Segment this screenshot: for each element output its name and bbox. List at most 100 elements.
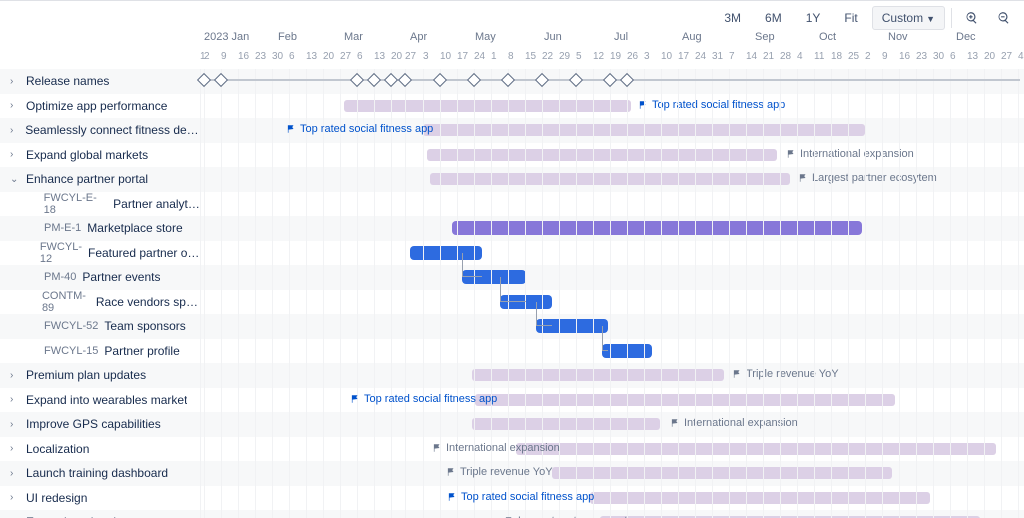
issue-key[interactable]: PM-E-1 [44,222,81,234]
timeline-bar[interactable] [472,418,660,430]
row-left[interactable]: FWCYL-E-18Partner analytics [0,192,200,217]
goal-flag[interactable]: International expansion [432,442,560,454]
goal-flag[interactable]: International expansion [670,417,798,429]
timeline-bar[interactable] [602,344,652,358]
row-left[interactable]: ›Improve GPS capabilities [0,412,200,437]
timeline-bar[interactable] [427,149,777,161]
goal-flag[interactable]: Triple revenue YoY [446,466,553,478]
chevron-right-icon[interactable]: › [10,419,20,430]
release-marker[interactable] [501,73,515,87]
day-label: 9 [221,51,227,62]
chevron-right-icon[interactable]: › [10,492,20,503]
chevron-right-icon[interactable]: › [10,76,20,87]
goal-flag[interactable]: Top rated social fitness app [447,491,594,503]
timeline-bar[interactable] [462,270,526,284]
goal-flag[interactable]: Largest partner ecosytem [798,172,937,184]
release-marker[interactable] [603,73,617,87]
goal-flag[interactable]: Top rated social fitness app [350,393,497,405]
release-marker[interactable] [535,73,549,87]
row-timeline-cell: International expansion [200,437,1024,462]
timeline-bar[interactable] [516,443,996,455]
child-row: CONTM-89Race vendors spotlight [0,290,1024,315]
range-6m-button[interactable]: 6M [755,6,792,30]
row-name: Premium plan updates [26,368,146,382]
goal-flag[interactable]: Top rated social fitness app [286,123,433,135]
release-marker[interactable] [350,73,364,87]
row-left[interactable]: ›Expand marketplace [0,510,200,518]
chevron-right-icon[interactable]: › [10,149,20,160]
release-marker[interactable] [197,73,211,87]
release-marker[interactable] [384,73,398,87]
chevron-down-icon[interactable]: ⌄ [10,174,20,185]
month-label: 2023 Jan [204,31,249,43]
row-left[interactable]: ›Expand into wearables market [0,388,200,413]
day-label: 19 [610,51,621,62]
zoom-out-button[interactable] [990,5,1018,31]
goal-flag[interactable]: Top rated social fitness app [638,99,785,111]
row-name: Partner events [82,270,160,284]
row-left[interactable]: ›Release names [0,69,200,94]
release-marker[interactable] [569,73,583,87]
range-1y-button[interactable]: 1Y [796,6,831,30]
row-left[interactable]: › Premium plan updates [0,363,200,388]
timeline-bar[interactable] [552,467,892,479]
goal-flag[interactable]: International expansion [786,148,914,160]
day-label: 2 [204,51,210,62]
row-name: Partner profile [104,344,179,358]
row-timeline-cell: Top rated social fitness app [200,486,1024,511]
row-timeline-cell [200,314,1024,339]
chevron-right-icon[interactable]: › [10,443,20,454]
epic-row: ⌄Enhance partner portal Largest partner e… [0,167,1024,192]
zoom-in-button[interactable] [958,5,986,31]
chevron-right-icon[interactable]: › [10,468,20,479]
issue-key[interactable]: FWCYL-52 [44,320,98,332]
row-left[interactable]: ›Optimize app performance [0,94,200,119]
timeline-bar[interactable] [590,492,930,504]
goal-flag[interactable]: Triple revenue YoY [732,368,839,380]
timeline-bar[interactable] [475,394,895,406]
release-marker[interactable] [214,73,228,87]
range-3m-button[interactable]: 3M [714,6,751,30]
issue-key[interactable]: CONTM-89 [42,290,90,314]
issue-key[interactable]: FWCYL-E-18 [44,192,108,216]
row-left[interactable]: ⌄Enhance partner portal [0,167,200,192]
row-left[interactable]: FWCYL-15 Partner profile [0,339,200,364]
row-name: Team sponsors [104,319,185,333]
timeline-bar[interactable] [430,173,790,185]
release-marker[interactable] [367,73,381,87]
timeline-bar[interactable] [344,100,631,112]
chevron-right-icon[interactable]: › [10,370,20,381]
timeline-bar[interactable] [472,369,724,381]
issue-key[interactable]: FWCYL-15 [44,345,98,357]
timeline-bar[interactable] [410,246,482,260]
day-label: 6 [950,51,956,62]
row-timeline-cell: Top rated social fitness app [200,94,1024,119]
range-fit-button[interactable]: Fit [834,6,867,30]
row-left[interactable]: ›Launch training dashboard [0,461,200,486]
range-custom-button[interactable]: Custom▼ [872,6,945,30]
row-left[interactable]: FWCYL-52 Team sponsors [0,314,200,339]
month-label: Nov [888,31,908,43]
row-left[interactable]: PM-E-1Marketplace store [0,216,200,241]
row-left[interactable]: ›Seamlessly connect fitness devices [0,118,200,143]
row-left[interactable]: ›Expand global markets [0,143,200,168]
release-marker[interactable] [620,73,634,87]
issue-key[interactable]: PM-40 [44,271,76,283]
timeline-bar[interactable] [452,221,862,235]
row-left[interactable]: PM-40 Partner events [0,265,200,290]
epic-row: ›Expand global markets International expa… [0,143,1024,168]
chevron-right-icon[interactable]: › [10,125,19,136]
row-left[interactable]: CONTM-89Race vendors spotlight [0,290,200,315]
chevron-right-icon[interactable]: › [10,100,20,111]
row-left[interactable]: ›UI redesign [0,486,200,511]
release-marker[interactable] [398,73,412,87]
chevron-right-icon[interactable]: › [10,394,20,405]
release-marker[interactable] [433,73,447,87]
timeline-bar[interactable] [423,124,865,136]
release-marker[interactable] [467,73,481,87]
row-left[interactable]: FWCYL-12Featured partner of the month [0,241,200,266]
timeline-bar[interactable] [500,295,552,309]
row-left[interactable]: ›Localization [0,437,200,462]
timeline-bar[interactable] [536,319,608,333]
issue-key[interactable]: FWCYL-12 [40,241,82,265]
